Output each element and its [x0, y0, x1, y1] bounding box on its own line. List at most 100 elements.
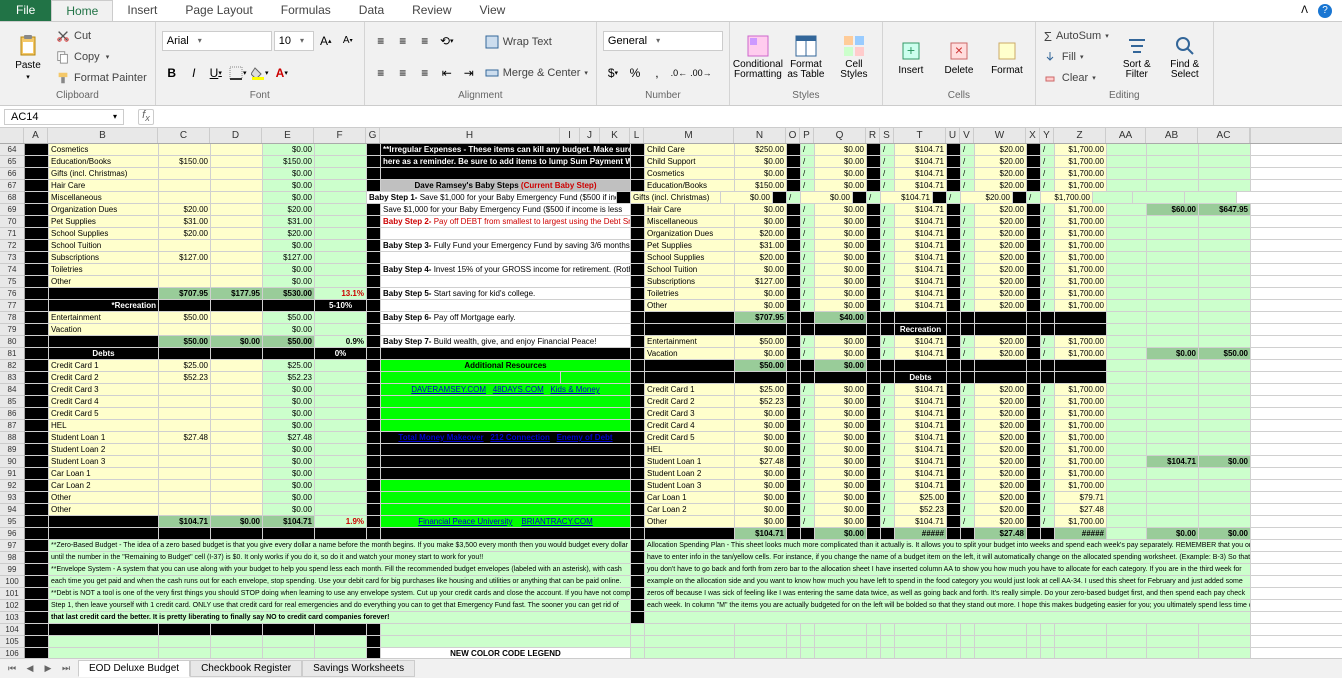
bold-button[interactable]: B: [162, 63, 182, 83]
cell[interactable]: [1107, 504, 1147, 515]
cell[interactable]: [367, 264, 381, 275]
cell[interactable]: $104.71: [895, 276, 947, 287]
cell[interactable]: $20.00: [975, 240, 1027, 251]
cell-styles-button[interactable]: Cell Styles: [832, 26, 876, 88]
cell[interactable]: [381, 444, 631, 455]
fill-color-button[interactable]: ▾: [250, 63, 270, 83]
align-bottom-button[interactable]: ≡: [415, 31, 435, 51]
cell[interactable]: [315, 528, 367, 539]
cell[interactable]: /: [1041, 420, 1055, 431]
cell[interactable]: [961, 636, 975, 647]
format-as-table-button[interactable]: Format as Table: [784, 26, 828, 88]
tab-insert[interactable]: Insert: [113, 0, 171, 21]
cell[interactable]: [315, 504, 367, 515]
cell[interactable]: $0.00: [815, 156, 867, 167]
name-box[interactable]: AC14▾: [4, 109, 124, 125]
cell[interactable]: $0.00: [1147, 348, 1199, 359]
cell[interactable]: /: [801, 396, 815, 407]
cell[interactable]: [1147, 396, 1199, 407]
cell[interactable]: /: [1041, 156, 1055, 167]
cell[interactable]: [1027, 624, 1041, 635]
cell[interactable]: Debts: [895, 372, 947, 383]
cell[interactable]: [1107, 204, 1147, 215]
cell[interactable]: [1147, 336, 1199, 347]
row-header[interactable]: 86: [0, 408, 24, 420]
row-header[interactable]: 95: [0, 516, 24, 528]
cell[interactable]: $0.00: [735, 156, 787, 167]
cell[interactable]: [1027, 216, 1041, 227]
cell[interactable]: that last credit card the better. It is …: [49, 612, 631, 623]
cell[interactable]: Entertainment: [645, 336, 735, 347]
cell[interactable]: [1027, 288, 1041, 299]
cell[interactable]: [947, 432, 961, 443]
cell[interactable]: **Debt is NOT a tool is one of the very …: [49, 588, 631, 599]
cell[interactable]: [159, 624, 211, 635]
cell[interactable]: $52.23: [159, 372, 211, 383]
cell[interactable]: $104.71: [895, 336, 947, 347]
cell[interactable]: [211, 456, 263, 467]
cell[interactable]: /: [801, 516, 815, 527]
cell[interactable]: [867, 180, 881, 191]
cell[interactable]: [947, 312, 961, 323]
cell[interactable]: Student Loan 2: [645, 468, 735, 479]
cell[interactable]: [787, 312, 801, 323]
col-header-S[interactable]: S: [880, 128, 894, 143]
cell[interactable]: $20.00: [975, 228, 1027, 239]
cell[interactable]: /: [881, 216, 895, 227]
cell[interactable]: Child Support: [645, 156, 735, 167]
cell[interactable]: [381, 636, 631, 647]
cell[interactable]: $127.00: [159, 252, 211, 263]
row-header[interactable]: 68: [0, 192, 24, 204]
cell[interactable]: [211, 204, 263, 215]
cell[interactable]: $20.00: [975, 348, 1027, 359]
cell[interactable]: $20.00: [975, 144, 1027, 155]
cell[interactable]: [367, 516, 381, 527]
cell[interactable]: [801, 636, 815, 647]
cell[interactable]: [947, 456, 961, 467]
cell[interactable]: $0.00: [735, 288, 787, 299]
cell[interactable]: [1147, 252, 1199, 263]
cell[interactable]: [631, 384, 645, 395]
row-header[interactable]: 106: [0, 648, 24, 658]
cell[interactable]: $52.23: [263, 372, 315, 383]
cell[interactable]: [787, 432, 801, 443]
cell[interactable]: [787, 408, 801, 419]
cell[interactable]: $0.00: [815, 480, 867, 491]
cell[interactable]: [787, 144, 801, 155]
cell[interactable]: [895, 624, 947, 635]
cell[interactable]: [25, 312, 49, 323]
cell[interactable]: $0.00: [815, 264, 867, 275]
cell[interactable]: /: [881, 276, 895, 287]
cell[interactable]: $50.00: [159, 312, 211, 323]
cell[interactable]: [211, 624, 263, 635]
cell[interactable]: [933, 192, 947, 203]
cell[interactable]: [1107, 240, 1147, 251]
cell[interactable]: /: [881, 240, 895, 251]
cell[interactable]: /: [801, 456, 815, 467]
formula-bar[interactable]: [162, 111, 1062, 123]
cell[interactable]: $20.00: [975, 216, 1027, 227]
cell[interactable]: [1199, 228, 1251, 239]
cell[interactable]: [867, 300, 881, 311]
cell[interactable]: Car Loan 1: [645, 492, 735, 503]
cell[interactable]: Student Loan 2: [49, 444, 159, 455]
row-header[interactable]: 96: [0, 528, 24, 540]
cell[interactable]: $27.48: [263, 432, 315, 443]
cell[interactable]: [787, 648, 801, 658]
cell[interactable]: $0.00: [263, 384, 315, 395]
cell[interactable]: [315, 264, 367, 275]
cell[interactable]: $0.00: [1199, 528, 1251, 539]
cell[interactable]: [631, 492, 645, 503]
cell[interactable]: $0.00: [815, 528, 867, 539]
cell[interactable]: [1107, 360, 1147, 371]
cell[interactable]: [1199, 324, 1251, 335]
cell[interactable]: $50.00: [735, 360, 787, 371]
cell[interactable]: $27.48: [735, 456, 787, 467]
cell[interactable]: [315, 420, 367, 431]
cell[interactable]: /: [961, 156, 975, 167]
cell[interactable]: [1041, 360, 1055, 371]
cell[interactable]: [1055, 360, 1107, 371]
col-header-I[interactable]: I: [560, 128, 580, 143]
cell[interactable]: [1107, 384, 1147, 395]
cell[interactable]: [787, 420, 801, 431]
